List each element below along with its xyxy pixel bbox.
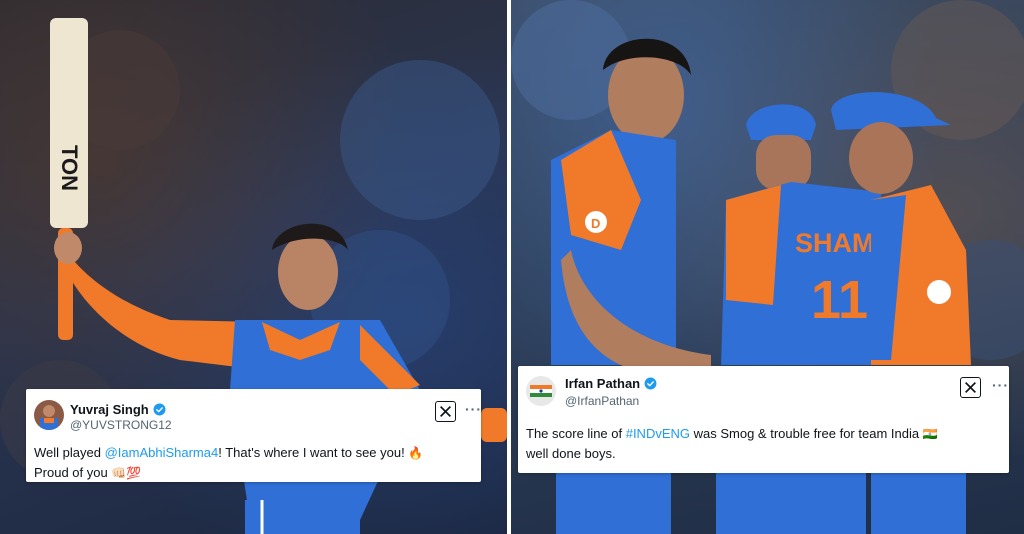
more-dots-icon[interactable]: ··· (992, 377, 1009, 393)
hashtag-link[interactable]: #INDvENG (626, 426, 690, 441)
avatar[interactable] (34, 400, 64, 430)
x-logo-icon[interactable] (960, 377, 981, 398)
tweet-card-irfan[interactable]: Irfan Pathan @IrfanPathan ··· The score … (518, 366, 1009, 473)
verified-badge-icon (644, 377, 657, 390)
mention-link[interactable]: @IamAbhiSharma4 (105, 445, 219, 460)
fire-emoji: 🔥 (408, 446, 424, 460)
tweet-card-yuvraj[interactable]: Yuvraj Singh @YUVSTRONG12 ··· Well playe… (26, 389, 481, 482)
display-name[interactable]: Irfan Pathan (565, 376, 640, 391)
user-handle[interactable]: @IrfanPathan (565, 394, 639, 408)
tweet-text: Well played @IamAbhiSharma4! That's wher… (34, 445, 424, 480)
svg-text:D: D (591, 216, 600, 231)
jersey-name-text: SHAMI (795, 228, 882, 258)
jersey-number-text: 11 (811, 270, 868, 330)
x-logo-icon[interactable] (435, 401, 456, 422)
user-handle[interactable]: @YUVSTRONG12 (70, 418, 172, 432)
verified-badge-icon (153, 403, 166, 416)
bat-brand-text: TON (57, 145, 82, 191)
avatar[interactable] (526, 376, 556, 406)
india-flag-emoji: 🇮🇳 (922, 427, 938, 441)
display-name[interactable]: Yuvraj Singh (70, 402, 149, 417)
tweet-text: The score line of #INDvENG was Smog & tr… (526, 426, 938, 461)
fist-hundred-emoji: 👊🏻💯 (111, 466, 142, 480)
more-dots-icon[interactable]: ··· (465, 401, 482, 417)
